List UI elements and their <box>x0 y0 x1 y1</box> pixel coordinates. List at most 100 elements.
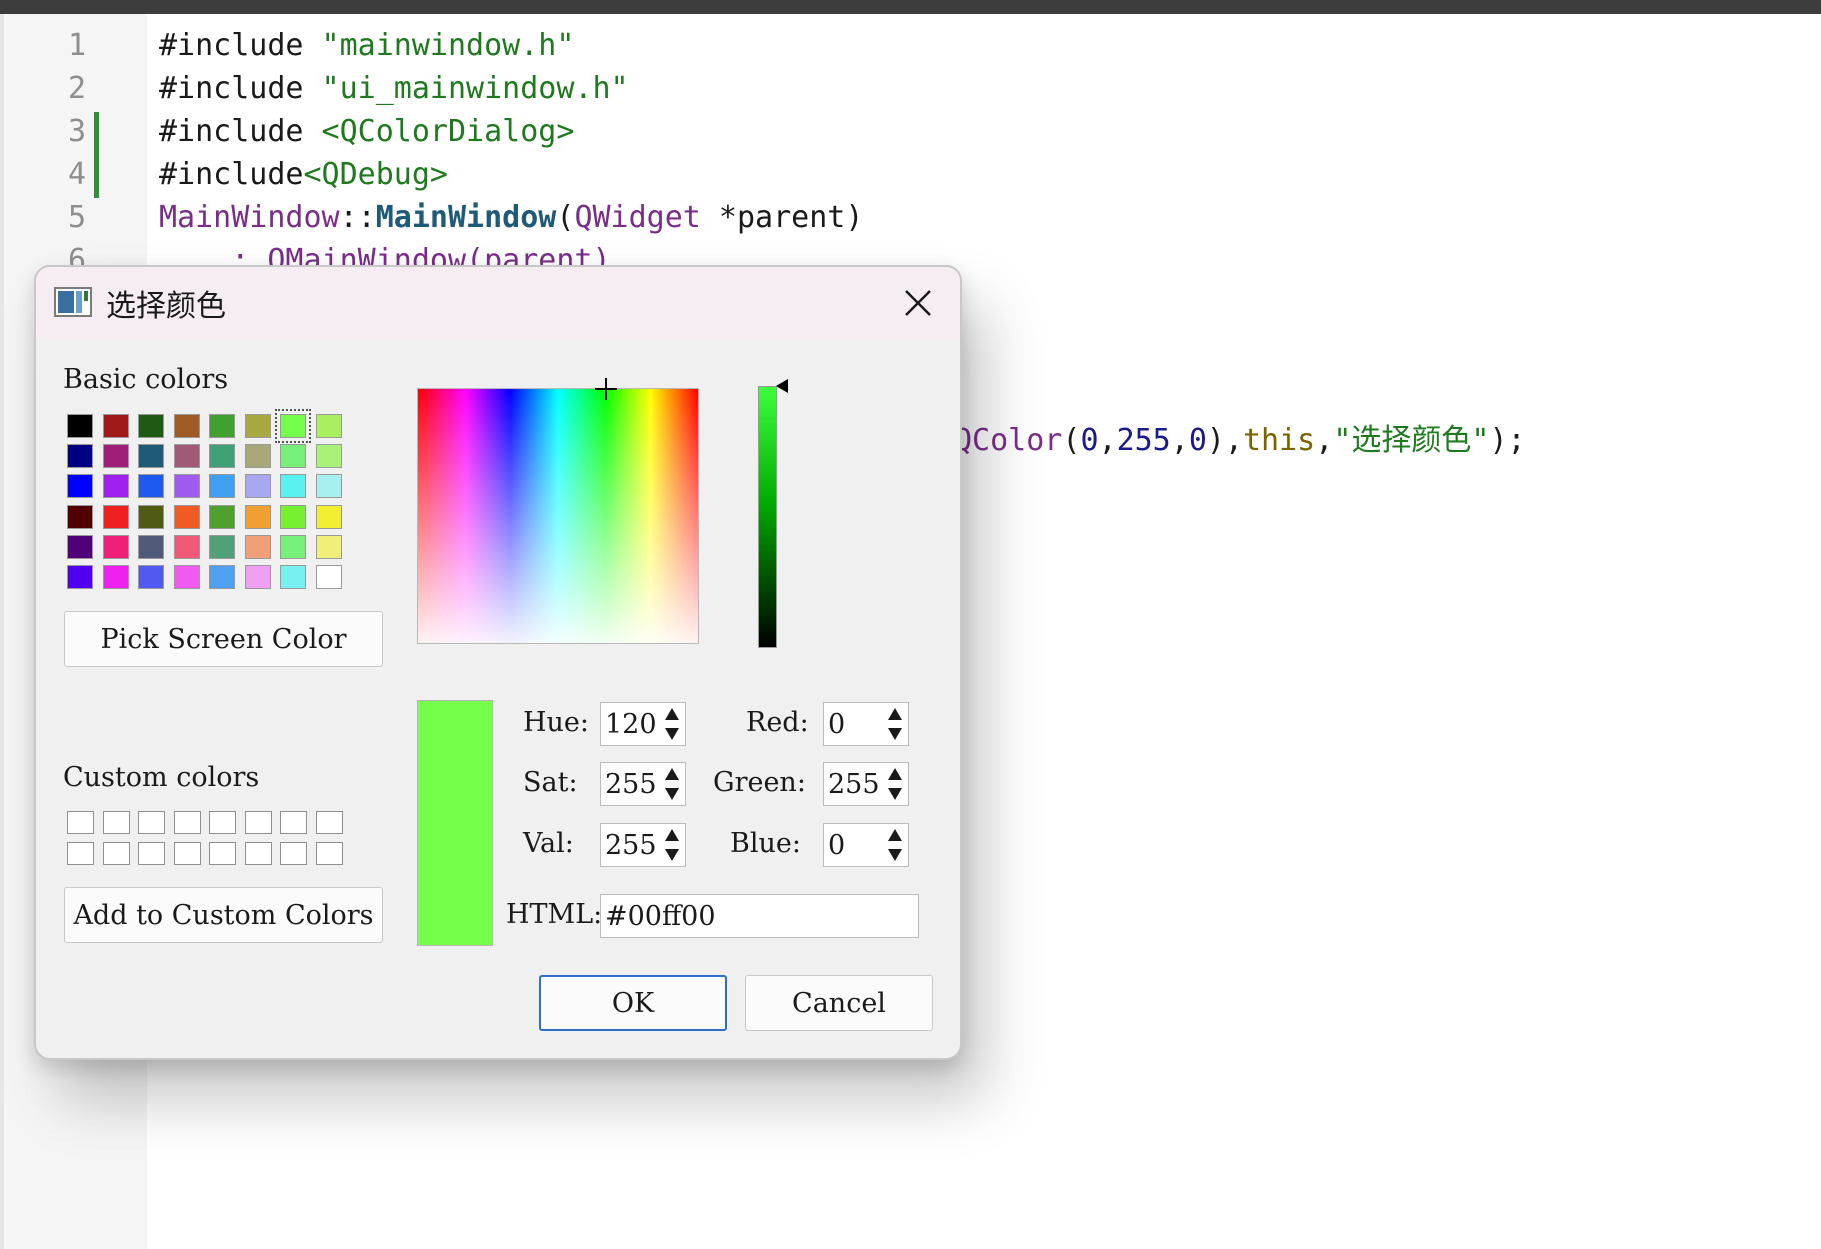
basic-color-swatch[interactable] <box>209 474 235 499</box>
custom-color-swatch[interactable] <box>138 811 165 834</box>
hue-saturation-picker[interactable] <box>417 388 699 644</box>
basic-color-swatch[interactable] <box>315 414 342 438</box>
custom-color-swatch[interactable] <box>209 842 236 865</box>
basic-color-swatch[interactable] <box>138 565 164 589</box>
basic-color-swatch[interactable] <box>173 565 200 589</box>
custom-color-swatch[interactable] <box>280 811 307 834</box>
basic-color-swatch[interactable] <box>102 474 129 499</box>
value-slider-arrow-icon[interactable] <box>776 379 788 393</box>
spin-down-icon[interactable] <box>663 846 681 864</box>
basic-color-swatch[interactable] <box>67 474 93 499</box>
basic-color-swatch[interactable] <box>67 414 93 438</box>
basic-color-swatch[interactable] <box>244 565 271 589</box>
basic-color-swatch[interactable] <box>209 534 235 559</box>
basic-color-swatch[interactable] <box>315 534 342 559</box>
basic-color-swatch[interactable] <box>102 565 129 589</box>
basic-color-swatch[interactable] <box>173 534 200 559</box>
basic-color-swatch[interactable] <box>209 504 235 529</box>
spin-up-icon[interactable] <box>886 705 904 723</box>
custom-color-swatch[interactable] <box>244 842 272 865</box>
basic-color-swatch[interactable] <box>138 414 164 438</box>
basic-color-swatch[interactable] <box>173 504 200 529</box>
basic-color-swatch[interactable] <box>67 565 93 589</box>
spin-up-icon[interactable] <box>886 826 904 844</box>
basic-color-swatch[interactable] <box>315 504 342 529</box>
code-line[interactable]: #include <QColorDialog> <box>159 114 574 149</box>
spin-up-icon[interactable] <box>663 705 681 723</box>
code-line[interactable]: #include<QDebug> <box>159 157 448 192</box>
basic-color-swatch[interactable] <box>209 414 235 438</box>
basic-color-swatch[interactable] <box>138 444 164 469</box>
spin-up-icon[interactable] <box>663 826 681 844</box>
basic-color-swatch[interactable] <box>138 534 164 559</box>
sat-spinbox[interactable]: 255 <box>600 762 686 806</box>
custom-color-swatch[interactable] <box>280 842 307 865</box>
basic-color-swatch[interactable] <box>280 534 306 559</box>
basic-color-swatch[interactable] <box>102 414 129 438</box>
blue-spinbox[interactable]: 0 <box>823 823 909 867</box>
spin-down-icon[interactable] <box>663 725 681 743</box>
basic-color-swatch[interactable] <box>102 534 129 559</box>
spin-down-icon[interactable] <box>886 846 904 864</box>
custom-color-swatch[interactable] <box>138 842 165 865</box>
red-spinbox[interactable]: 0 <box>823 702 909 746</box>
value-slider[interactable] <box>758 386 777 648</box>
basic-color-swatch[interactable] <box>102 504 129 529</box>
basic-color-swatch[interactable] <box>67 504 93 529</box>
basic-color-swatch[interactable] <box>138 474 164 499</box>
custom-color-swatch[interactable] <box>315 811 343 834</box>
custom-color-swatch[interactable] <box>315 842 343 865</box>
basic-color-swatch[interactable] <box>209 444 235 469</box>
spin-up-icon[interactable] <box>886 765 904 783</box>
basic-color-swatch[interactable] <box>209 565 235 589</box>
custom-color-swatch[interactable] <box>102 842 130 865</box>
custom-color-swatch[interactable] <box>209 811 236 834</box>
code-line-partial[interactable]: QColor(0,255,0),this,"选择颜色"); <box>954 415 1526 459</box>
code-line[interactable]: MainWindow::MainWindow(QWidget *parent) <box>159 200 863 235</box>
custom-color-swatch[interactable] <box>173 842 201 865</box>
basic-color-swatch[interactable] <box>67 534 93 559</box>
basic-color-swatch[interactable] <box>275 409 311 443</box>
close-icon[interactable] <box>896 281 940 325</box>
custom-color-swatch[interactable] <box>173 811 201 834</box>
line-number: 5 <box>68 200 87 235</box>
code-line[interactable]: #include "ui_mainwindow.h" <box>159 71 629 106</box>
basic-color-swatch[interactable] <box>315 444 342 469</box>
custom-color-swatch[interactable] <box>67 842 94 865</box>
custom-color-swatch[interactable] <box>102 811 130 834</box>
basic-color-swatch[interactable] <box>102 444 129 469</box>
basic-color-swatch[interactable] <box>173 414 200 438</box>
spin-down-icon[interactable] <box>663 785 681 803</box>
ok-button[interactable]: OK <box>539 975 727 1031</box>
pick-screen-color-button[interactable]: Pick Screen Color <box>64 611 383 667</box>
basic-color-swatch[interactable] <box>244 414 271 438</box>
basic-color-swatch[interactable] <box>138 504 164 529</box>
custom-color-swatch[interactable] <box>244 811 272 834</box>
green-spinbox[interactable]: 255 <box>823 762 909 806</box>
html-color-input[interactable]: #00ff00 <box>600 894 919 938</box>
dialog-title-bar[interactable]: 选择颜色 <box>36 267 960 339</box>
basic-color-swatch[interactable] <box>280 444 306 469</box>
cancel-button[interactable]: Cancel <box>745 975 933 1031</box>
basic-color-swatch[interactable] <box>315 474 342 499</box>
add-to-custom-colors-button[interactable]: Add to Custom Colors <box>64 887 383 943</box>
basic-color-swatch[interactable] <box>244 504 271 529</box>
val-spinbox[interactable]: 255 <box>600 823 686 867</box>
basic-color-swatch[interactable] <box>67 444 93 469</box>
basic-color-swatch[interactable] <box>173 474 200 499</box>
blue-value: 0 <box>828 830 846 861</box>
spin-down-icon[interactable] <box>886 725 904 743</box>
basic-color-swatch[interactable] <box>244 444 271 469</box>
spin-down-icon[interactable] <box>886 785 904 803</box>
basic-color-swatch[interactable] <box>280 504 306 529</box>
basic-color-swatch[interactable] <box>244 474 271 499</box>
basic-color-swatch[interactable] <box>315 565 342 589</box>
basic-color-swatch[interactable] <box>173 444 200 469</box>
hue-spinbox[interactable]: 120 <box>600 702 686 746</box>
basic-color-swatch[interactable] <box>280 474 306 499</box>
spin-up-icon[interactable] <box>663 765 681 783</box>
code-line[interactable]: #include "mainwindow.h" <box>159 28 574 63</box>
basic-color-swatch[interactable] <box>280 565 306 589</box>
basic-color-swatch[interactable] <box>244 534 271 559</box>
custom-color-swatch[interactable] <box>67 811 94 834</box>
